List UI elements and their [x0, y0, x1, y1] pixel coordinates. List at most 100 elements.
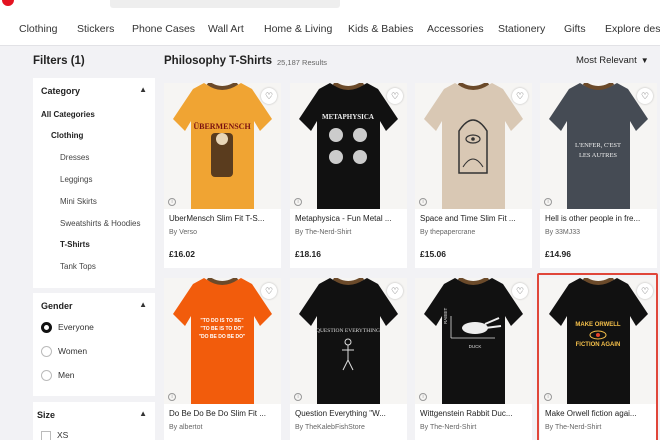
product-card[interactable]: "TO DO IS TO BE" "TO BE IS TO DO" "DO BE…	[164, 278, 281, 440]
nav-item-home-living[interactable]: Home & Living	[264, 23, 332, 35]
nav-item-clothing[interactable]: Clothing	[19, 23, 58, 35]
nav-item-kids-babies[interactable]: Kids & Babies	[348, 23, 413, 35]
radio-selected-icon[interactable]	[41, 322, 52, 334]
product-image[interactable]: METAPHYSICA ♡ i	[290, 83, 407, 209]
size-filter-title: Size	[37, 410, 56, 420]
nav-item-explore-designs[interactable]: Explore desig	[605, 23, 660, 35]
design-text: "TO BE IS TO DO"	[200, 326, 244, 332]
chevron-up-icon[interactable]: ▲	[139, 85, 147, 94]
product-card[interactable]: ♡ i Space and Time Slim Fit ... By thepa…	[415, 83, 532, 268]
category-leggings[interactable]: Leggings	[60, 175, 92, 184]
design-text: METAPHYSICA	[322, 113, 374, 121]
product-artist[interactable]: By Verso	[169, 229, 197, 236]
category-tshirts[interactable]: T-Shirts	[60, 240, 90, 249]
info-icon[interactable]: i	[168, 393, 176, 401]
info-icon[interactable]: i	[419, 198, 427, 206]
info-icon[interactable]: i	[294, 198, 302, 206]
size-filter-panel: Size ▲ XS	[33, 402, 155, 440]
sort-dropdown[interactable]: Most Relevant ▼	[576, 55, 649, 66]
product-image[interactable]: RABBIT DUCK ♡ i	[415, 278, 532, 404]
product-title[interactable]: Do Be Do Be Do Slim Fit ...	[169, 409, 277, 418]
nav-item-wall-art[interactable]: Wall Art	[208, 23, 244, 35]
gender-option-everyone[interactable]: Everyone	[41, 322, 94, 334]
product-title[interactable]: Metaphysica - Fun Metal ...	[295, 214, 403, 223]
product-image[interactable]: L'ENFER, C'EST LES AUTRES ♡ i	[540, 83, 657, 209]
product-artist[interactable]: By TheKalebFishStore	[295, 424, 365, 431]
chevron-up-icon[interactable]: ▲	[139, 409, 147, 418]
product-card[interactable]: QUESTION EVERYTHING ♡ i Question Everyth…	[290, 278, 407, 440]
design-text: RABBIT	[443, 307, 448, 324]
category-mini-skirts[interactable]: Mini Skirts	[60, 197, 97, 206]
heart-icon[interactable]: ♡	[512, 283, 528, 299]
gender-option-label: Men	[58, 370, 75, 380]
design-text: "TO DO IS TO BE"	[200, 318, 244, 324]
size-option-xs[interactable]: XS	[41, 430, 68, 440]
radio-icon[interactable]	[41, 370, 52, 382]
filters-title: Filters (1)	[33, 55, 85, 67]
category-tank-tops[interactable]: Tank Tops	[60, 262, 96, 271]
info-icon[interactable]: i	[544, 198, 552, 206]
category-filter-title: Category	[41, 86, 81, 96]
product-price: £18.16	[295, 249, 321, 259]
gender-option-men[interactable]: Men	[41, 370, 75, 382]
chevron-down-icon: ▼	[640, 56, 649, 65]
product-title[interactable]: Hell is other people in fre...	[545, 214, 653, 223]
product-image[interactable]: ♡ i	[415, 83, 532, 209]
info-icon[interactable]: i	[294, 393, 302, 401]
site-header	[0, 0, 660, 10]
nav-item-stationery[interactable]: Stationery	[498, 23, 545, 35]
gender-filter-header[interactable]: Gender ▲	[33, 293, 155, 319]
nav-item-phone-cases[interactable]: Phone Cases	[132, 23, 195, 35]
product-price: £14.96	[545, 249, 571, 259]
design-text: QUESTION EVERYTHING	[316, 328, 380, 334]
product-image[interactable]: ÜBERMENSCH ♡ i	[164, 83, 281, 209]
search-input[interactable]	[110, 0, 340, 8]
product-artist[interactable]: By 33MJ33	[545, 229, 580, 236]
product-card[interactable]: ÜBERMENSCH ♡ i UberMensch Slim Fit T-S..…	[164, 83, 281, 268]
product-image[interactable]: "TO DO IS TO BE" "TO BE IS TO DO" "DO BE…	[164, 278, 281, 404]
product-artist[interactable]: By The-Nerd-Shirt	[420, 424, 476, 431]
product-title[interactable]: Question Everything "W...	[295, 409, 403, 418]
category-dresses[interactable]: Dresses	[60, 153, 89, 162]
product-price: £15.06	[420, 249, 446, 259]
sort-label: Most Relevant	[576, 55, 637, 66]
category-clothing[interactable]: Clothing	[51, 131, 83, 140]
design-text: ÜBERMENSCH	[193, 122, 251, 131]
product-artist[interactable]: By albertot	[169, 424, 202, 431]
category-nav: Clothing Stickers Phone Cases Wall Art H…	[0, 10, 660, 46]
product-card[interactable]: METAPHYSICA ♡ i Metaphysica - Fun Metal …	[290, 83, 407, 268]
radio-icon[interactable]	[41, 346, 52, 358]
product-card[interactable]: L'ENFER, C'EST LES AUTRES ♡ i Hell is ot…	[540, 83, 657, 268]
heart-icon[interactable]: ♡	[261, 283, 277, 299]
category-sweatshirts-hoodies[interactable]: Sweatshirts & Hoodies	[60, 219, 140, 228]
category-filter-header[interactable]: Category ▲	[33, 78, 155, 104]
page-title: Philosophy T-Shirts	[164, 55, 272, 67]
chevron-up-icon[interactable]: ▲	[139, 300, 147, 309]
logo-icon[interactable]	[2, 0, 14, 6]
info-icon[interactable]: i	[168, 198, 176, 206]
product-title[interactable]: Wittgenstein Rabbit Duc...	[420, 409, 528, 418]
nav-item-stickers[interactable]: Stickers	[77, 23, 114, 35]
size-filter-header[interactable]: Size ▲	[33, 402, 155, 428]
heart-icon[interactable]: ♡	[637, 88, 653, 104]
product-card[interactable]: RABBIT DUCK ♡ i Wittgenstein Rabbit Duc.…	[415, 278, 532, 440]
product-artist[interactable]: By The-Nerd-Shirt	[295, 229, 351, 236]
product-image[interactable]: QUESTION EVERYTHING ♡ i	[290, 278, 407, 404]
product-artist[interactable]: By thepapercrane	[420, 229, 475, 236]
heart-icon[interactable]: ♡	[387, 283, 403, 299]
info-icon[interactable]: i	[419, 393, 427, 401]
product-title[interactable]: UberMensch Slim Fit T-S...	[169, 214, 277, 223]
category-filter-panel: Category ▲ All Categories Clothing Dress…	[33, 78, 155, 288]
product-title[interactable]: Space and Time Slim Fit ...	[420, 214, 528, 223]
heart-icon[interactable]: ♡	[387, 88, 403, 104]
heart-icon[interactable]: ♡	[261, 88, 277, 104]
nav-item-gifts[interactable]: Gifts	[564, 23, 586, 35]
checkbox-icon[interactable]	[41, 430, 51, 440]
nav-item-accessories[interactable]: Accessories	[427, 23, 484, 35]
category-all[interactable]: All Categories	[41, 110, 95, 119]
product-price: £16.02	[169, 249, 195, 259]
gender-option-women[interactable]: Women	[41, 346, 87, 358]
heart-icon[interactable]: ♡	[512, 88, 528, 104]
design-text: DUCK	[469, 344, 482, 349]
design-text: LES AUTRES	[579, 152, 617, 159]
